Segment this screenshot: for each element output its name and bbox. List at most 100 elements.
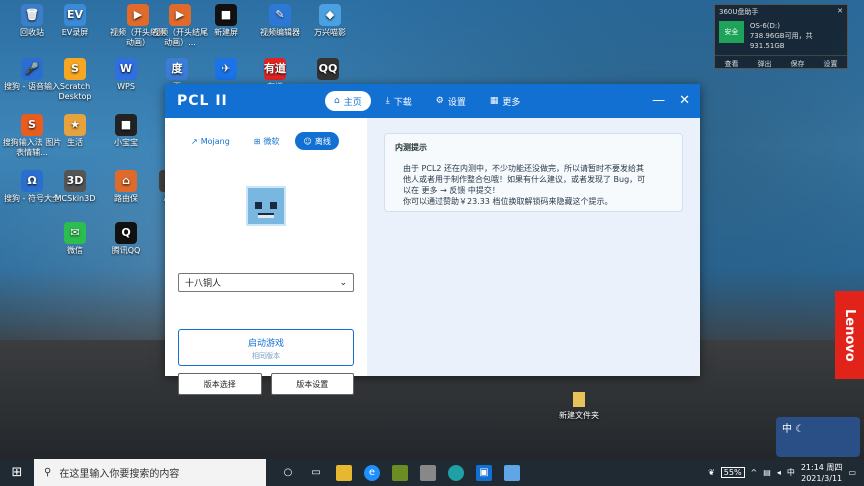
app-title: PCL II [177, 93, 228, 109]
tab-more[interactable]: ▦ 更多 [481, 91, 530, 111]
clock[interactable]: 21:14 周四 2021/3/11 [801, 462, 843, 484]
app-icon: QQ [317, 58, 339, 80]
app-icon: ⌂ [115, 170, 137, 192]
account-tab-label: 微软 [263, 136, 280, 146]
windows-icon: ⊞ [253, 136, 261, 146]
close-icon[interactable]: ✕ [837, 7, 843, 17]
file-explorer-icon[interactable] [336, 464, 352, 481]
account-tab-label: 离线 [314, 136, 331, 146]
drive-free: 738.96GB可用，共931.51GB [749, 32, 813, 50]
widget-tool-view[interactable]: 查看 [725, 59, 739, 69]
app-icon: ■ [115, 114, 137, 136]
app-icon: S [64, 58, 86, 80]
tab-more-label: 更多 [502, 97, 521, 108]
avatar-eye [255, 202, 262, 209]
notes-icon[interactable] [504, 464, 520, 481]
windows-start-icon[interactable]: ⊞ [0, 459, 34, 486]
system-tray: ❦ 55% ^ ▤ ◂ 中 21:14 周四 2021/3/11 ▭ [708, 462, 864, 484]
user-icon: ☺ [303, 136, 312, 146]
main-nav: ⌂ 主页 ⤓ 下载 ⚙ 设置 ▦ 更多 [325, 91, 529, 111]
ime-label: 中 [782, 424, 792, 435]
usb-helper-widget[interactable]: 360U盘助手 ✕ 安全 OS-6(D:) 738.96GB可用，共931.51G… [714, 4, 848, 69]
app-icon: EV [64, 4, 86, 26]
new-folder-icon[interactable]: 新建文件夹 [556, 392, 602, 421]
launch-panel: ↗ Mojang ⊞ 微软 ☺ 离线 十八铜人 ⌄ 启动游戏 相同版本 版本选择 版本… [165, 118, 367, 395]
cortana-icon[interactable]: ○ [280, 465, 296, 481]
player-name: 十八铜人 [185, 279, 222, 289]
tab-settings[interactable]: ⚙ 设置 [427, 91, 475, 111]
desktop-icon[interactable]: QQ [298, 58, 358, 82]
notification-icon[interactable]: ▭ [848, 468, 856, 477]
widget-tool-save[interactable]: 保存 [791, 59, 805, 69]
arrow-icon: ↗ [191, 136, 198, 146]
desktop-icon-label: EV录屏 [61, 28, 89, 37]
task-view-icon[interactable]: ▭ [308, 465, 324, 481]
account-tab-microsoft[interactable]: ⊞ 微软 [246, 132, 288, 150]
launch-label: 启动游戏 [247, 339, 284, 349]
minimize-icon[interactable]: — [652, 93, 665, 108]
account-tab-mojang[interactable]: ↗ Mojang [183, 132, 238, 150]
beta-notice-card: 内测提示 由于 PCL2 还在内测中，不少功能还没做完，所以请暂时不要发给其 他… [384, 133, 683, 212]
account-tab-offline[interactable]: ☺ 离线 [295, 132, 339, 150]
folder-label: 新建文件夹 [559, 411, 599, 420]
desktop-icon[interactable]: EV EV录屏 [45, 4, 105, 38]
tab-settings-label: 设置 [447, 97, 466, 108]
app-icon: S [21, 114, 43, 136]
player-name-select[interactable]: 十八铜人 ⌄ [178, 273, 354, 292]
notice-line: 你可以通过赞助￥23.33 档位换取解锁码来隐藏这个提示。 [403, 197, 613, 206]
desktop-icon[interactable]: ■ 小宝宝 [96, 114, 156, 148]
clock-time: 21:14 周四 [800, 462, 843, 472]
close-icon[interactable]: ✕ [679, 93, 690, 108]
taskbar: ⊞ ⚲ 在这里输入你要搜索的内容 ○ ▭ e ▣ ❦ 55% ^ ▤ ◂ 中 2… [0, 459, 864, 486]
ime-floating-box[interactable]: 中 ☾ [776, 417, 860, 457]
gear-icon: ⚙ [435, 96, 444, 106]
app-icon: ✎ [269, 4, 291, 26]
widget-tool-settings[interactable]: 设置 [824, 59, 838, 69]
version-select-button[interactable]: 版本选择 [178, 373, 262, 395]
app-icon: ✈ [215, 58, 237, 80]
grid-icon: ▦ [489, 96, 499, 106]
tab-home[interactable]: ⌂ 主页 [325, 91, 371, 111]
launch-game-button[interactable]: 启动游戏 相同版本 [178, 329, 354, 366]
desktop-icon[interactable]: Q 腾讯QQ [96, 222, 156, 256]
clock-date: 2021/3/11 [801, 473, 843, 483]
avatar-mouth [258, 213, 274, 218]
app-icon: 3D [64, 170, 86, 192]
app-icon: ✉ [64, 222, 86, 244]
leaf-icon[interactable]: ❦ [708, 468, 715, 477]
version-settings-button[interactable]: 版本设置 [270, 373, 354, 395]
ime-indicator[interactable]: 中 [787, 467, 795, 478]
minecraft-icon[interactable] [392, 464, 408, 481]
desktop-icon[interactable]: ■ 新建屏 [196, 4, 256, 38]
notice-title: 内测提示 [395, 143, 427, 152]
notice-line: 以在 更多 → 反馈 中提交！ [403, 186, 500, 195]
app-icon: 有道 [264, 58, 286, 80]
pcl-titlebar[interactable]: PCL II ⌂ 主页 ⤓ 下载 ⚙ 设置 ▦ 更多 — ✕ [165, 84, 700, 118]
desktop-icon-label: 小宝宝 [114, 138, 138, 147]
battery-indicator[interactable]: 55% [720, 467, 745, 478]
app-icon: 🎤 [21, 58, 43, 80]
safe-badge: 安全 [719, 21, 744, 43]
pcl-taskbar-icon[interactable]: ▣ [476, 464, 492, 481]
network-icon[interactable]: ▤ [763, 468, 771, 477]
drive-name: OS-6(D:) [749, 22, 780, 30]
desktop-icon[interactable]: ◆ 万兴喵影 [300, 4, 360, 38]
volume-icon[interactable]: ◂ [777, 468, 781, 477]
app-icon: ◆ [319, 4, 341, 26]
chevron-down-icon: ⌄ [339, 277, 347, 288]
widget-tool-eject[interactable]: 弹出 [758, 59, 772, 69]
folder-icon [573, 392, 585, 407]
app-icon[interactable] [420, 464, 436, 481]
ie-browser-icon[interactable]: e [364, 464, 380, 481]
app-icon: ★ [64, 114, 86, 136]
taskbar-search[interactable]: ⚲ 在这里输入你要搜索的内容 [34, 459, 266, 486]
download-icon: ⤓ [385, 96, 390, 106]
chevron-up-icon[interactable]: ^ [751, 468, 758, 477]
tab-home-label: 主页 [343, 97, 362, 108]
notice-line: 由于 PCL2 还在内测中，不少功能还没做完，所以请暂时不要发给其 [403, 164, 645, 173]
app-icon: W [115, 58, 137, 80]
launch-sub: 相同版本 [252, 352, 280, 360]
moon-icon: ☾ [795, 424, 805, 435]
edge-icon[interactable] [448, 464, 464, 481]
tab-download[interactable]: ⤓ 下载 [377, 91, 421, 111]
